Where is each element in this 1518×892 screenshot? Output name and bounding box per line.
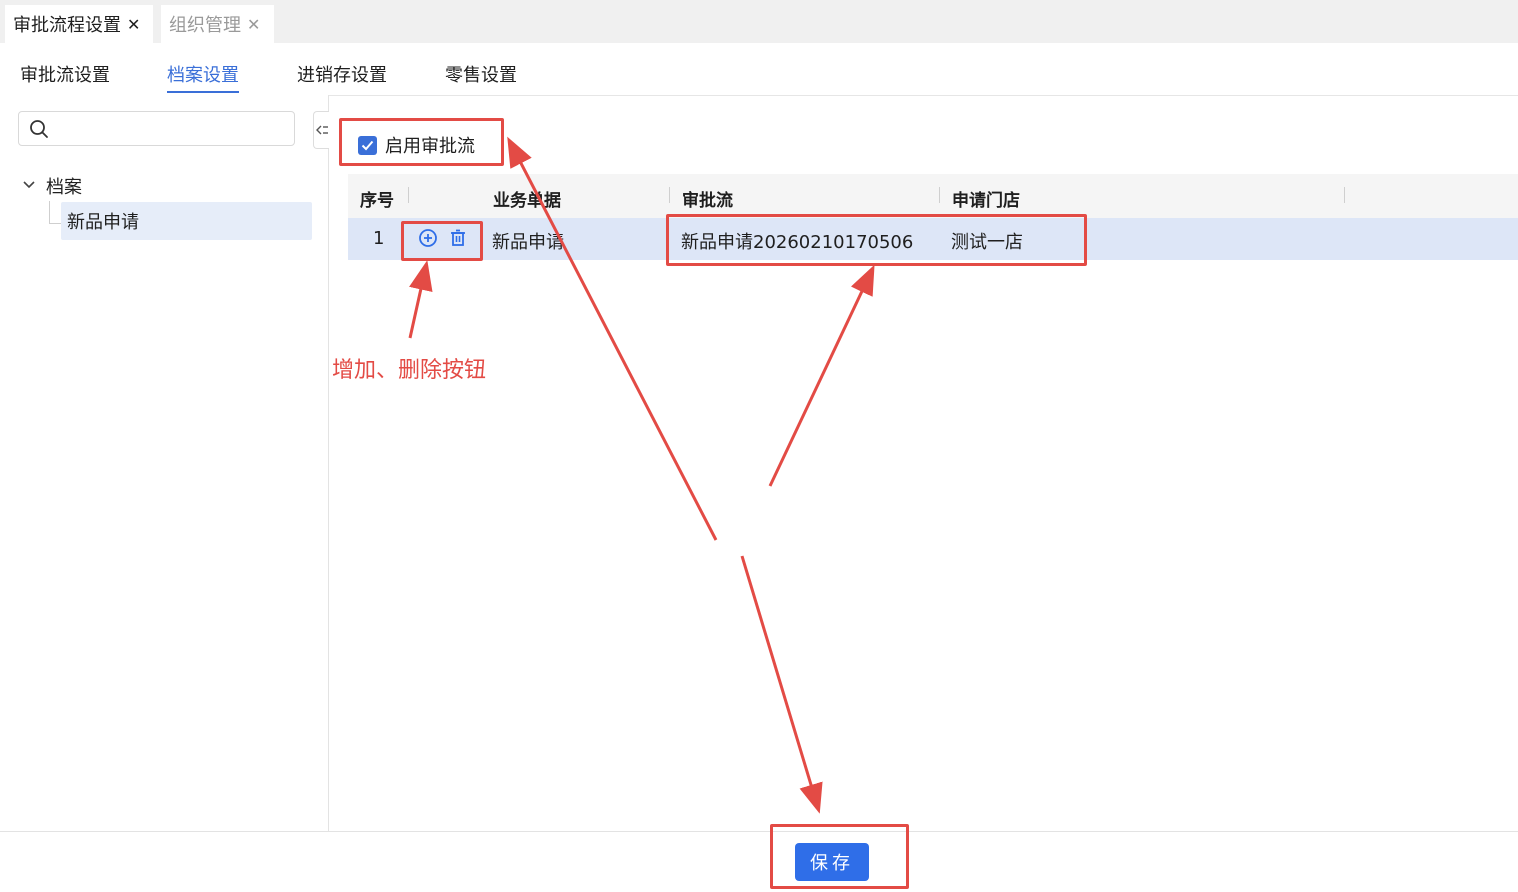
arrow-to-add-delete bbox=[408, 260, 433, 339]
annotation-box-flow-store bbox=[666, 214, 1087, 266]
column-header-approval-flow: 审批流 bbox=[682, 191, 733, 211]
table-header: 序号 业务单据 审批流 申请门店 bbox=[348, 174, 1518, 218]
sidebar: 档案 新品申请 bbox=[0, 95, 329, 831]
tree-node-new-product-request[interactable]: 新品申请 bbox=[61, 202, 312, 240]
search-icon bbox=[30, 120, 48, 138]
collapse-sidebar-icon[interactable] bbox=[313, 111, 329, 149]
search-input[interactable] bbox=[55, 116, 289, 142]
cell-document: 新品申请 bbox=[492, 232, 564, 253]
column-divider bbox=[939, 187, 940, 203]
column-header-document: 业务单据 bbox=[493, 191, 561, 211]
tree-node-archive[interactable]: 档案 bbox=[22, 173, 82, 199]
annotation-box-enable bbox=[339, 118, 504, 166]
column-header-store: 申请门店 bbox=[952, 191, 1020, 211]
annotation-note: 增加、删除按钮 bbox=[332, 358, 487, 383]
footer-bar: 保存 bbox=[0, 831, 1518, 892]
window-tab-bar: 审批流程设置 ✕ 组织管理 ✕ bbox=[0, 0, 1518, 43]
chevron-down-icon[interactable] bbox=[22, 178, 36, 194]
tab-inventory-settings[interactable]: 进销存设置 bbox=[297, 61, 387, 87]
window-tab-org-management[interactable]: 组织管理 ✕ bbox=[161, 5, 274, 43]
cell-index: 1 bbox=[373, 228, 385, 249]
column-divider bbox=[408, 187, 409, 203]
search-box[interactable] bbox=[18, 111, 295, 146]
window-tab-label: 审批流程设置 bbox=[13, 15, 121, 36]
close-icon[interactable]: ✕ bbox=[127, 15, 140, 34]
column-header-index: 序号 bbox=[360, 191, 394, 211]
close-icon[interactable]: ✕ bbox=[247, 15, 260, 34]
window-tab-label: 组织管理 bbox=[169, 15, 241, 36]
arrow-to-flow bbox=[768, 264, 875, 487]
tree-node-label: 档案 bbox=[46, 177, 82, 198]
arrow-to-save bbox=[740, 555, 823, 814]
tab-approval-flow-settings[interactable]: 审批流设置 bbox=[20, 61, 110, 87]
window-tab-approval-settings[interactable]: 审批流程设置 ✕ bbox=[5, 5, 153, 43]
annotation-box-add-delete bbox=[401, 221, 483, 261]
column-divider bbox=[669, 187, 670, 203]
annotation-box-save bbox=[770, 824, 909, 889]
tab-archive-settings[interactable]: 档案设置 bbox=[167, 61, 239, 93]
column-divider bbox=[1344, 187, 1345, 203]
tab-retail-settings[interactable]: 零售设置 bbox=[445, 61, 517, 87]
sub-tab-bar: 审批流设置 档案设置 进销存设置 零售设置 bbox=[0, 43, 1518, 96]
